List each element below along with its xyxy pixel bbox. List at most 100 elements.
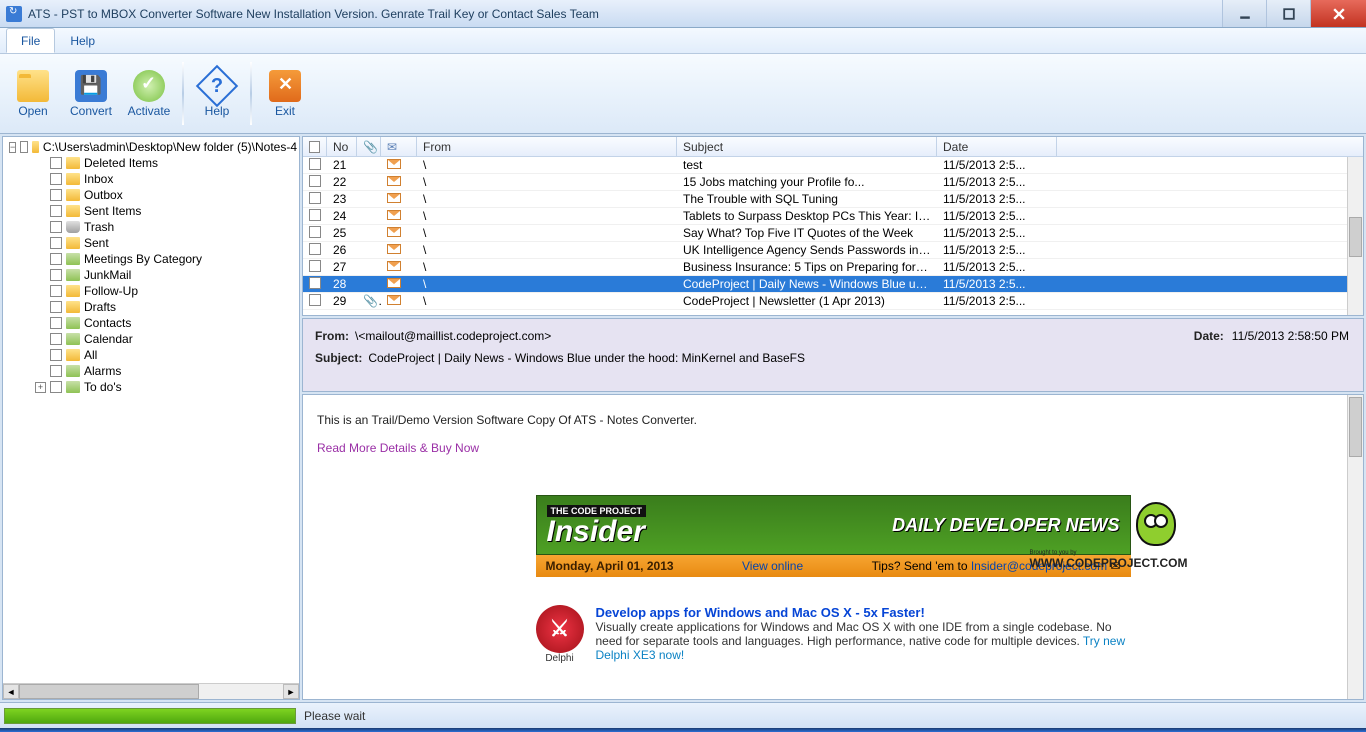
row-checkbox[interactable] [309,158,321,170]
message-row[interactable]: 21\test11/5/2013 2:5... [303,157,1363,174]
tree-item-label: Drafts [84,300,116,314]
tree-checkbox[interactable] [50,189,62,201]
message-row[interactable]: 29📎\CodeProject | Newsletter (1 Apr 2013… [303,293,1363,310]
buy-now-link[interactable]: Read More Details & Buy Now [317,441,479,455]
row-envelope [381,226,417,240]
column-date[interactable]: Date [937,137,1057,156]
row-checkbox[interactable] [309,226,321,238]
tree-checkbox[interactable] [50,205,62,217]
folder-icon [32,141,39,153]
scrollbar-thumb[interactable] [1349,217,1362,257]
tree-item[interactable]: Inbox [7,171,297,187]
message-row[interactable]: 28\CodeProject | Daily News - Windows Bl… [303,276,1363,293]
tree-checkbox[interactable] [50,173,62,185]
tree-checkbox[interactable] [50,333,62,345]
tree-checkbox[interactable] [50,253,62,265]
tree-item[interactable]: Follow-Up [7,283,297,299]
ad-headline[interactable]: Develop apps for Windows and Mac OS X - … [596,605,1131,620]
tree-item[interactable]: Drafts [7,299,297,315]
tree-checkbox[interactable] [50,317,62,329]
column-from[interactable]: From [417,137,677,156]
column-attachment[interactable]: 📎 [357,137,381,156]
folder-icon [66,189,80,201]
tree-item[interactable]: Contacts [7,315,297,331]
row-from: \ [417,294,677,308]
tree-checkbox[interactable] [50,349,62,361]
message-row[interactable]: 22\ 15 Jobs matching your Profile fo...1… [303,174,1363,191]
tree-item[interactable]: Sent [7,235,297,251]
tree-checkbox[interactable] [50,221,62,233]
tree-item[interactable]: All [7,347,297,363]
tree-item[interactable]: + To do's [7,379,297,395]
tree-item[interactable]: Outbox [7,187,297,203]
scrollbar-thumb[interactable] [1349,397,1362,457]
tree-checkbox[interactable] [50,301,62,313]
tree-checkbox[interactable] [20,141,27,153]
row-checkbox[interactable] [309,175,321,187]
message-row[interactable]: 24\Tablets to Surpass Desktop PCs This Y… [303,208,1363,225]
tree-item[interactable]: Alarms [7,363,297,379]
tree-checkbox[interactable] [50,285,62,297]
from-value: \<mailout@maillist.codeproject.com> [355,329,551,343]
tree-item[interactable]: Meetings By Category [7,251,297,267]
tree-checkbox[interactable] [50,237,62,249]
tree-checkbox[interactable] [50,157,62,169]
tree-checkbox[interactable] [50,381,62,393]
column-envelope[interactable]: ✉ [381,137,417,156]
message-row[interactable]: 25\Say What? Top Five IT Quotes of the W… [303,225,1363,242]
row-checkbox[interactable] [309,294,321,306]
menu-help[interactable]: Help [55,28,110,53]
view-online-link[interactable]: View online [742,559,803,573]
tree-root[interactable]: −C:\Users\admin\Desktop\New folder (5)\N… [7,139,297,155]
preview-vertical-scrollbar[interactable] [1347,395,1363,699]
tree-item[interactable]: Calendar [7,331,297,347]
expand-icon[interactable]: + [35,382,46,393]
progress-bar [4,708,296,724]
newsletter-banner: THE CODE PROJECT Insider DAILY DEVELOPER… [536,495,1131,577]
close-button[interactable] [1310,0,1366,27]
folder-icon [66,237,80,249]
scrollbar-thumb[interactable] [19,684,199,699]
exit-label: Exit [275,104,295,118]
ad-body: Visually create applications for Windows… [596,620,1112,648]
row-date: 11/5/2013 2:5... [937,175,1057,189]
sidebar-horizontal-scrollbar[interactable]: ◄ ► [3,683,299,699]
tree-item[interactable]: JunkMail [7,267,297,283]
row-subject: 15 Jobs matching your Profile fo... [677,175,937,189]
minimize-button[interactable] [1222,0,1266,27]
collapse-icon[interactable]: − [9,142,16,153]
open-button[interactable]: Open [6,58,60,129]
message-row[interactable]: 27\Business Insurance: 5 Tips on Prepari… [303,259,1363,276]
tree-item[interactable]: Trash [7,219,297,235]
column-subject[interactable]: Subject [677,137,937,156]
tree-item[interactable]: Sent Items [7,203,297,219]
message-row[interactable]: 26\UK Intelligence Agency Sends Password… [303,242,1363,259]
convert-button[interactable]: Convert [64,58,118,129]
row-date: 11/5/2013 2:5... [937,158,1057,172]
column-number[interactable]: No [327,137,357,156]
row-checkbox[interactable] [309,209,321,221]
tree-checkbox[interactable] [50,365,62,377]
tree-checkbox[interactable] [50,269,62,281]
folder-icon [66,205,80,217]
scroll-right-arrow-icon[interactable]: ► [283,684,299,699]
maximize-button[interactable] [1266,0,1310,27]
row-checkbox[interactable] [309,277,321,289]
row-checkbox[interactable] [309,260,321,272]
tree-item-label: To do's [84,380,122,394]
scroll-left-arrow-icon[interactable]: ◄ [3,684,19,699]
row-checkbox[interactable] [309,243,321,255]
tree-item-label: Sent [84,236,109,250]
activate-button[interactable]: Activate [122,58,176,129]
exit-button[interactable]: Exit [258,58,312,129]
row-date: 11/5/2013 2:5... [937,260,1057,274]
row-checkbox[interactable] [309,192,321,204]
help-button[interactable]: ?Help [190,58,244,129]
message-list: No 📎 ✉ From Subject Date 21\test11/5/201… [302,136,1364,316]
message-row[interactable]: 23\The Trouble with SQL Tuning11/5/2013 … [303,191,1363,208]
message-list-vertical-scrollbar[interactable] [1347,157,1363,315]
tree-item[interactable]: Deleted Items [7,155,297,171]
envelope-icon [387,227,401,237]
menu-file[interactable]: File [6,28,55,53]
column-checkbox[interactable] [303,137,327,156]
